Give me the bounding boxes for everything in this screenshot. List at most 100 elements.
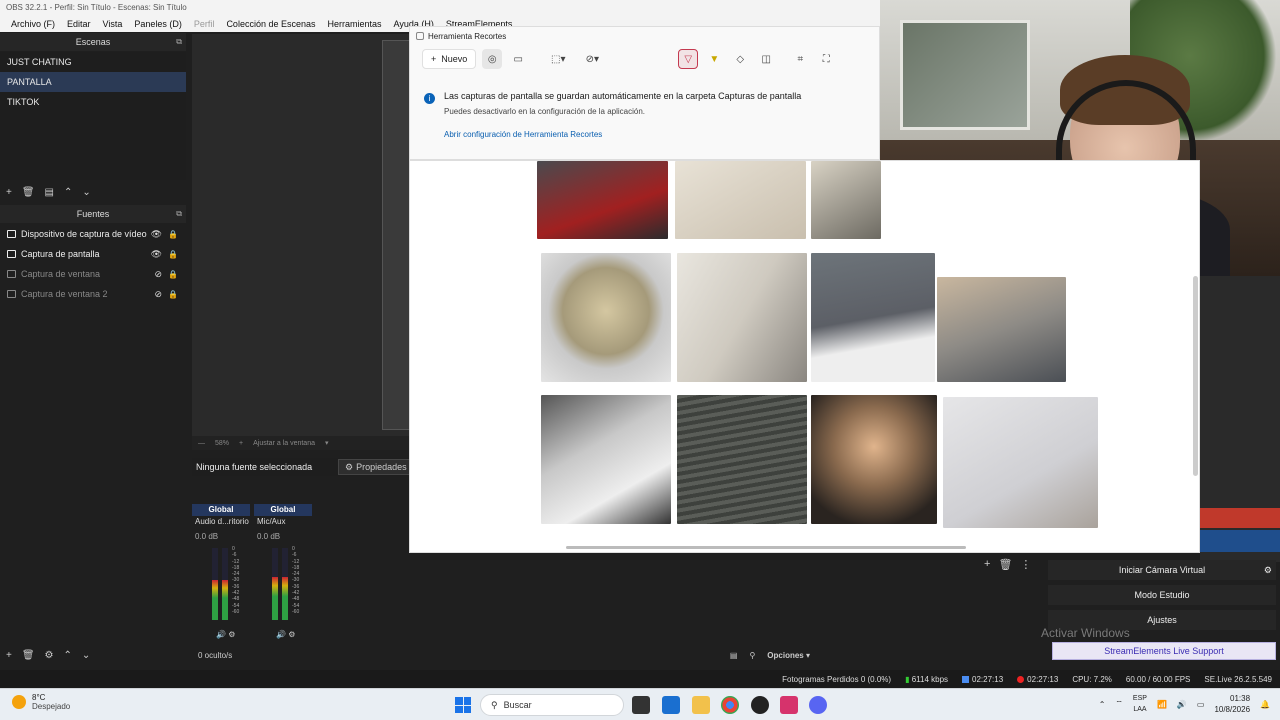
- add-source-icon[interactable]: +: [6, 650, 12, 661]
- photo-thumbnail[interactable]: [811, 161, 881, 239]
- file-explorer-icon[interactable]: [692, 696, 710, 714]
- record-button[interactable]: [1200, 530, 1280, 552]
- photo-thumbnail[interactable]: [541, 395, 671, 524]
- gear-icon[interactable]: ⚙: [45, 650, 54, 661]
- speaker-icon[interactable]: 🔊: [216, 630, 226, 639]
- undock-icon[interactable]: ⧉: [176, 33, 182, 51]
- taskbar-search[interactable]: ⚲ Buscar: [480, 694, 624, 716]
- photo-thumbnail[interactable]: [937, 277, 1066, 382]
- photo-thumbnail[interactable]: [811, 253, 935, 382]
- obs-icon[interactable]: [751, 696, 769, 714]
- eye-icon[interactable]: 👁: [151, 249, 162, 260]
- crop-icon[interactable]: ⌗: [790, 49, 810, 69]
- delay-icon[interactable]: ⊘▾: [582, 49, 602, 69]
- network-icon[interactable]: ⌔: [1115, 699, 1123, 709]
- move-down-icon[interactable]: ⌄: [82, 650, 90, 661]
- menu-perfil[interactable]: Perfil: [188, 19, 221, 29]
- move-up-icon[interactable]: ⌃: [64, 187, 72, 198]
- lock-icon[interactable]: 🔒: [168, 250, 178, 259]
- photo-thumbnail[interactable]: [943, 397, 1098, 528]
- zoom-out-button[interactable]: —: [198, 440, 205, 447]
- source-item[interactable]: Captura de ventana ⊘ 🔒: [0, 264, 186, 284]
- zoom-in-button[interactable]: +: [239, 440, 243, 447]
- photo-thumbnail[interactable]: [811, 395, 937, 524]
- windows-start-icon[interactable]: [455, 697, 471, 713]
- se-support-button[interactable]: StreamElements Live Support: [1052, 642, 1276, 660]
- channel-name[interactable]: Mic/Aux: [254, 516, 312, 528]
- wifi-icon[interactable]: 📶: [1157, 700, 1167, 709]
- more-icon[interactable]: ⋮: [1020, 558, 1031, 571]
- photo-thumbnail[interactable]: [541, 253, 671, 382]
- scene-item-just-chating[interactable]: JUST CHATING: [0, 52, 186, 72]
- gear-icon[interactable]: ⚙: [288, 630, 295, 639]
- remove-scene-icon[interactable]: 🗑: [22, 187, 35, 198]
- chrome-icon[interactable]: [721, 696, 739, 714]
- scene-item-pantalla[interactable]: PANTALLA: [0, 72, 186, 92]
- speaker-icon[interactable]: 🔊: [276, 630, 286, 639]
- pen-icon[interactable]: ▽: [678, 49, 699, 69]
- discord-icon[interactable]: [809, 696, 827, 714]
- vertical-scrollbar[interactable]: [1193, 276, 1198, 476]
- store-icon[interactable]: [662, 696, 680, 714]
- eraser-icon[interactable]: ◇: [730, 49, 750, 69]
- text-actions-icon[interactable]: ⛶: [816, 49, 836, 69]
- menu-vista[interactable]: Vista: [97, 19, 129, 29]
- eye-icon[interactable]: 👁: [151, 229, 162, 240]
- gear-icon[interactable]: ⚙: [1264, 560, 1272, 580]
- new-snip-button[interactable]: + Nuevo: [422, 49, 477, 69]
- task-view-icon[interactable]: [632, 696, 650, 714]
- fit-window-button[interactable]: Ajustar a la ventana: [253, 440, 315, 447]
- horizontal-scrollbar[interactable]: [566, 546, 966, 549]
- gear-icon[interactable]: ⚙: [228, 630, 235, 639]
- options-button[interactable]: Opciones ▾: [767, 651, 810, 660]
- menu-paneles[interactable]: Paneles (D): [128, 19, 188, 29]
- volume-icon[interactable]: 🔊: [1177, 700, 1187, 709]
- studio-mode-button[interactable]: Modo Estudio: [1048, 585, 1276, 605]
- properties-button[interactable]: ⚙ Propiedades: [338, 459, 414, 475]
- screenshot-mode-icon[interactable]: ◎: [482, 49, 503, 69]
- chevron-down-icon[interactable]: ▾: [325, 439, 329, 447]
- lock-icon[interactable]: 🔒: [168, 270, 178, 279]
- notification-icon[interactable]: 🔔: [1260, 700, 1270, 709]
- menu-coleccion-escenas[interactable]: Colección de Escenas: [220, 19, 321, 29]
- link-icon[interactable]: ⚲: [749, 651, 755, 660]
- move-down-icon[interactable]: ⌄: [82, 187, 90, 198]
- trash-icon[interactable]: 🗑: [998, 558, 1012, 571]
- photo-thumbnail[interactable]: [677, 253, 807, 382]
- chevron-up-icon[interactable]: ⌃: [1099, 700, 1106, 709]
- video-mode-icon[interactable]: ▭: [508, 49, 528, 69]
- menu-archivo[interactable]: Archivo (F): [5, 19, 61, 29]
- photo-thumbnail[interactable]: [675, 161, 806, 239]
- weather-widget[interactable]: 8°C Despejado: [12, 693, 70, 711]
- language-indicator[interactable]: ESP LAA: [1133, 693, 1147, 715]
- battery-icon[interactable]: ▭: [1197, 700, 1205, 709]
- source-item[interactable]: Captura de pantalla 👁 🔒: [0, 244, 186, 264]
- filter-icon[interactable]: ▤: [45, 187, 54, 198]
- shapes-icon[interactable]: ◫: [756, 49, 776, 69]
- source-item[interactable]: Captura de ventana 2 ⊘ 🔒: [0, 284, 186, 304]
- lock-icon[interactable]: 🔒: [168, 290, 178, 299]
- photo-thumbnail[interactable]: [677, 395, 807, 524]
- highlighter-icon[interactable]: ▼: [704, 49, 724, 69]
- clock[interactable]: 01:38 10/8/2026: [1214, 693, 1250, 715]
- photo-thumbnail[interactable]: [537, 161, 668, 239]
- snip-shape-icon[interactable]: ⬚▾: [548, 49, 568, 69]
- menu-herramientas[interactable]: Herramientas: [322, 19, 388, 29]
- lock-icon[interactable]: 🔒: [168, 230, 178, 239]
- add-scene-icon[interactable]: +: [6, 187, 12, 198]
- remove-source-icon[interactable]: 🗑: [22, 650, 35, 661]
- eye-hidden-icon[interactable]: ⊘: [154, 289, 162, 300]
- channel-name[interactable]: Audio d...ritorio: [192, 516, 250, 528]
- layout-icon[interactable]: ▤: [730, 651, 738, 660]
- snipping-tool-icon[interactable]: [780, 696, 798, 714]
- move-up-icon[interactable]: ⌃: [64, 650, 72, 661]
- open-settings-link[interactable]: Abrir configuración de Herramienta Recor…: [424, 130, 864, 139]
- eye-hidden-icon[interactable]: ⊘: [154, 269, 162, 280]
- menu-editar[interactable]: Editar: [61, 19, 97, 29]
- undock-icon[interactable]: ⧉: [176, 205, 182, 223]
- scene-item-tiktok[interactable]: TIKTOK: [0, 92, 186, 112]
- add-icon[interactable]: +: [984, 558, 990, 571]
- stop-stream-button[interactable]: [1200, 508, 1280, 528]
- source-item[interactable]: Dispositivo de captura de vídeo 👁 🔒: [0, 224, 186, 244]
- virtual-camera-button[interactable]: Iniciar Cámara Virtual ⚙: [1048, 560, 1276, 580]
